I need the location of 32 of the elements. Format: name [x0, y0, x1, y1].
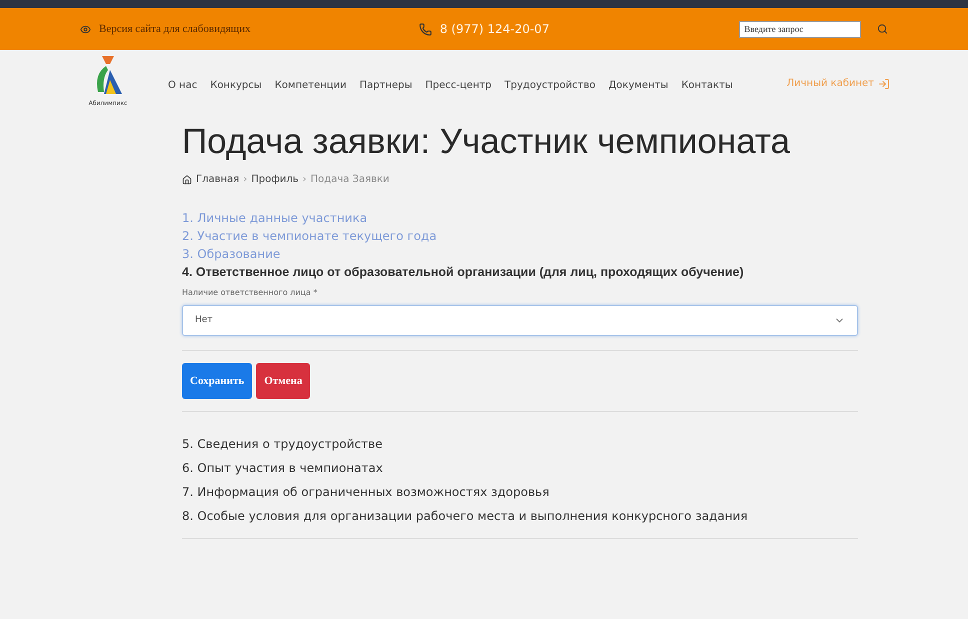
nav-link[interactable]: Партнеры	[359, 78, 412, 93]
form-button[interactable]: Сохранить	[182, 363, 252, 399]
nav-link[interactable]: Конкурсы	[210, 78, 262, 93]
breadcrumb-separator: ›	[243, 173, 248, 187]
breadcrumb-link[interactable]: Профиль	[251, 172, 299, 187]
step-title: 4. Ответственное лицо от образовательной организации (для лиц, проходящих обучение)	[182, 264, 745, 281]
accessibility-link[interactable]: Версия сайта для слабовидящих	[99, 20, 250, 38]
search-icon[interactable]	[877, 23, 888, 35]
nav-link[interactable]: Компетенции	[274, 78, 346, 93]
step-link[interactable]: 7. Информация об ограниченных возможностях здоровья	[182, 480, 858, 504]
nav-link[interactable]: Трудоустройство	[504, 78, 596, 93]
form-button[interactable]: Отмена	[256, 363, 310, 399]
step-link[interactable]: 6. Опыт участия в чемпионатах	[182, 456, 858, 480]
search-field[interactable]: Введите запрос	[739, 20, 862, 38]
select-field[interactable]: Нет	[182, 305, 858, 336]
nav-link[interactable]: Документы	[608, 78, 668, 93]
home-icon	[182, 174, 192, 184]
select-value: Нет	[195, 314, 213, 327]
phone-icon	[418, 22, 432, 36]
nav-link[interactable]: Контакты	[681, 78, 733, 93]
breadcrumb-separator: ›	[302, 173, 307, 187]
login-icon	[878, 78, 890, 90]
step-link[interactable]: 8. Особые условия для организации рабочего места и выполнения конкурсного задания	[182, 504, 858, 528]
breadcrumb-link[interactable]: Главная	[196, 172, 240, 187]
step-link[interactable]: 5. Сведения о трудоустройстве	[182, 432, 858, 456]
page-title: Подача заявки: Участник чемпионата	[182, 121, 792, 163]
eye-icon	[80, 24, 91, 34]
current-page-label: Подача Заявки	[310, 173, 390, 187]
nav-link[interactable]: Пресс-центр	[425, 78, 492, 93]
field-label: Наличие ответственного лица *	[182, 287, 318, 299]
phone-number: 8 (977) 124-20-07	[440, 21, 550, 38]
nav-link[interactable]: О нас	[168, 78, 198, 93]
